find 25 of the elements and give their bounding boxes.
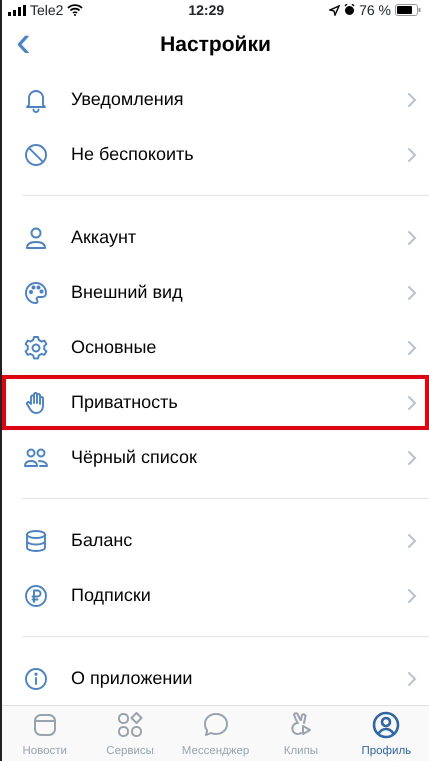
profile-icon: [371, 710, 402, 740]
back-button[interactable]: ‹: [10, 22, 37, 62]
chevron-icon: [407, 340, 417, 356]
alarm-icon: [344, 4, 356, 16]
gear-icon: [22, 334, 50, 362]
battery-percent: 76 %: [359, 0, 391, 20]
services-icon: [115, 710, 146, 740]
chevron-icon: [407, 450, 417, 466]
chevron-icon: [407, 670, 417, 686]
chevron-icon: [407, 146, 417, 162]
clock-time: 12:29: [188, 0, 224, 20]
page-title: Настройки: [160, 32, 271, 58]
tab-item[interactable]: Профиль: [344, 706, 429, 761]
chevron-icon: [407, 532, 417, 548]
carrier-name: Tele2: [30, 0, 64, 20]
location-icon: [329, 4, 340, 16]
battery-icon: [394, 4, 421, 16]
wifi-icon: [67, 4, 84, 16]
chevron-icon: [407, 588, 417, 604]
signal-icon: [8, 4, 26, 16]
chevron-icon: [407, 394, 417, 410]
highlighted-menu-item[interactable]: Приватность: [2, 375, 429, 430]
chevron-icon: [407, 230, 417, 246]
chevron-icon: [407, 284, 417, 300]
chevron-icon: [407, 92, 417, 108]
